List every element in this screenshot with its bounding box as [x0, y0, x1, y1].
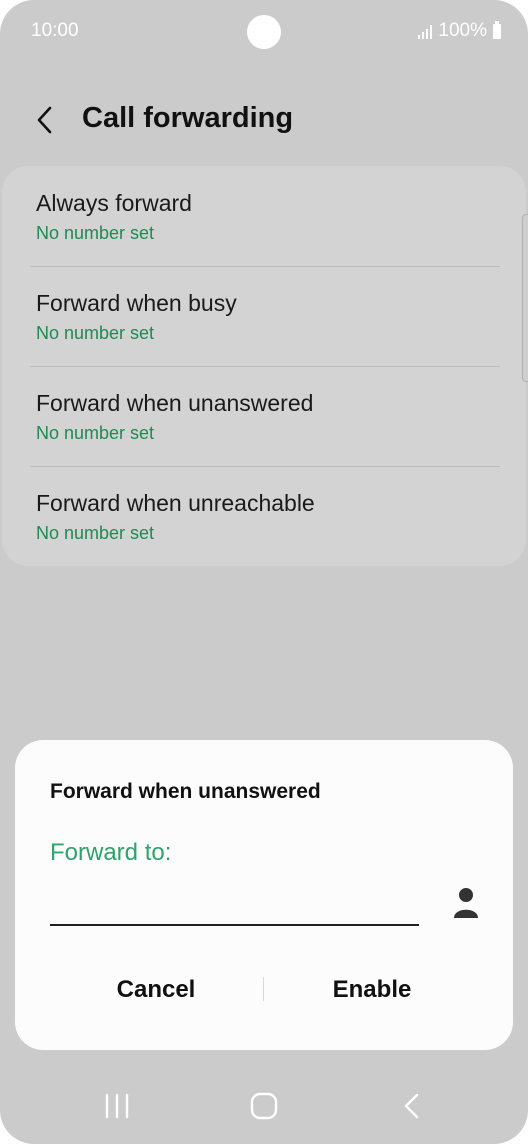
signal-icon — [418, 23, 433, 39]
settings-card: Always forward No number set Forward whe… — [2, 166, 526, 566]
enable-button[interactable]: Enable — [291, 965, 453, 1015]
recents-button[interactable] — [97, 1086, 137, 1126]
recents-icon — [105, 1093, 129, 1119]
status-indicators: 100% — [418, 20, 501, 42]
battery-icon — [493, 20, 501, 39]
person-icon — [454, 888, 478, 918]
button-separator — [263, 977, 264, 1001]
setting-title: Always forward — [36, 190, 192, 216]
camera-cutout — [247, 15, 281, 49]
setting-forward-when-busy[interactable]: Forward when busy No number set — [2, 266, 526, 366]
navigation-bar — [0, 1076, 528, 1136]
setting-subtitle: No number set — [36, 523, 155, 543]
setting-always-forward[interactable]: Always forward No number set — [2, 166, 526, 266]
contacts-button[interactable] — [451, 886, 481, 922]
nav-back-button[interactable] — [392, 1086, 432, 1126]
page-title: Call forwarding — [82, 102, 294, 134]
status-time: 10:00 — [31, 20, 79, 41]
scrollbar[interactable] — [522, 214, 528, 382]
home-button[interactable] — [244, 1086, 284, 1126]
forward-to-label: Forward to: — [50, 839, 172, 866]
setting-title: Forward when unanswered — [36, 390, 314, 416]
setting-title: Forward when busy — [36, 290, 237, 316]
status-bar: 10:00 100% — [0, 0, 528, 62]
forward-dialog: Forward when unanswered Forward to: Canc… — [15, 740, 513, 1050]
battery-percent: 100% — [438, 20, 487, 41]
phone-screen: 10:00 100% Call forwarding Always forwar… — [0, 0, 528, 1144]
setting-subtitle: No number set — [36, 223, 155, 243]
forward-number-input[interactable] — [50, 884, 419, 926]
setting-subtitle: No number set — [36, 323, 155, 343]
app-header: Call forwarding — [0, 90, 528, 150]
dialog-title: Forward when unanswered — [50, 780, 321, 803]
cancel-button[interactable]: Cancel — [75, 965, 237, 1015]
dialog-buttons: Cancel Enable — [15, 965, 513, 1015]
setting-title: Forward when unreachable — [36, 490, 315, 516]
setting-subtitle: No number set — [36, 423, 155, 443]
chevron-left-icon — [37, 106, 52, 134]
back-button[interactable] — [28, 100, 64, 140]
setting-forward-when-unanswered[interactable]: Forward when unanswered No number set — [2, 366, 526, 466]
home-icon — [250, 1092, 278, 1120]
setting-forward-when-unreachable[interactable]: Forward when unreachable No number set — [2, 466, 526, 566]
back-icon — [404, 1093, 419, 1119]
